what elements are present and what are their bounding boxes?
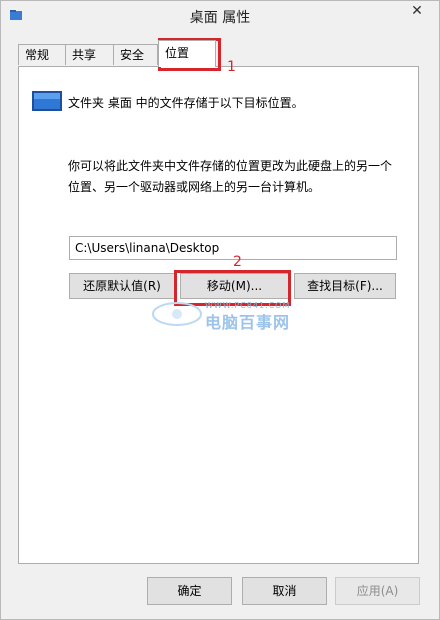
tab-label: 位置 (165, 46, 190, 60)
apply-button[interactable]: 应用(A) (335, 577, 420, 605)
title-bar[interactable]: 桌面 属性 ✕ (1, 1, 439, 31)
location-info: 你可以将此文件夹中文件存储的位置更改为此硬盘上的另一个 位置、另一个驱动器或网络… (68, 156, 408, 198)
location-description: 文件夹 桌面 中的文件存储于以下目标位置。 (68, 96, 304, 110)
tab-security[interactable]: 安全 (113, 44, 158, 65)
close-button[interactable]: ✕ (401, 1, 433, 21)
watermark: WWW.PC841.COM 电脑百事网 (151, 299, 311, 332)
tab-sharing[interactable]: 共享 (65, 44, 114, 65)
info-line-1: 你可以将此文件夹中文件存储的位置更改为此硬盘上的另一个 (68, 159, 393, 173)
ok-button[interactable]: 确定 (147, 577, 232, 605)
tab-label: 常规 (25, 48, 50, 62)
watermark-logo-icon (152, 302, 202, 326)
step-marker-2: 2 (233, 254, 242, 270)
desktop-folder-icon (32, 91, 62, 111)
info-line-2: 位置、另一个驱动器或网络上的另一台计算机。 (68, 180, 321, 194)
tab-label: 共享 (72, 48, 97, 62)
find-target-button[interactable]: 查找目标(F)... (294, 273, 396, 299)
step-marker-1: 1 (227, 59, 236, 75)
cancel-button[interactable]: 取消 (242, 577, 327, 605)
tab-label: 安全 (120, 48, 145, 62)
window-title: 桌面 属性 (189, 10, 251, 26)
close-icon: ✕ (411, 3, 423, 19)
properties-dialog: 桌面 属性 ✕ 常规 共享 安全 位置 文件夹 桌面 中的文件存储于以下目标位置… (0, 0, 440, 620)
restore-default-button[interactable]: 还原默认值(R) (69, 273, 175, 299)
watermark-name: 电脑百事网 (205, 313, 291, 332)
tab-location[interactable]: 位置 (158, 40, 216, 67)
tab-general[interactable]: 常规 (18, 44, 66, 65)
